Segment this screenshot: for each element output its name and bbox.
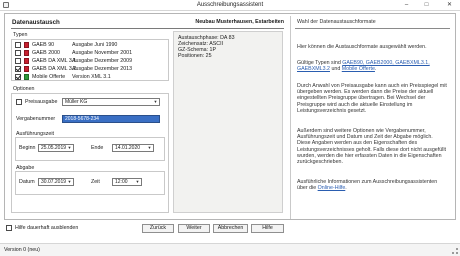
type-checkbox[interactable] (15, 42, 21, 48)
cancel-button[interactable]: Abbrechen (213, 224, 248, 233)
next-button[interactable]: Weiter (178, 224, 210, 233)
gaeb-file-icon (24, 66, 29, 72)
type-name: GAEB 90 (32, 42, 55, 48)
wizard-panel: Datenaustausch Neubau Musterhausen, Esta… (4, 13, 456, 220)
help-paragraph: Außerdem sind weitere Optionen wie Verga… (297, 128, 446, 166)
type-row-gaeb-xml32[interactable]: GAEB DA XML 3.2 Ausgabe Dezember 2013 (15, 66, 165, 73)
minimize-button[interactable]: – (402, 1, 411, 9)
time-label: Zeit (91, 179, 100, 185)
calendar-dropdown-icon[interactable]: ▼ (146, 145, 153, 151)
spinner-icon[interactable]: ▼ (134, 179, 141, 185)
type-row-gaeb-xml31[interactable]: GAEB DA XML 3.1 Ausgabe Dezember 2009 (15, 58, 165, 65)
calendar-dropdown-icon[interactable]: ▼ (66, 179, 73, 185)
begin-date-input[interactable]: 25.05.2019 ▼ (38, 144, 74, 152)
help-button[interactable]: Hilfe (251, 224, 284, 233)
help-paragraph: Gültige Typen sind GAEB90, GAEB2000, GAE… (297, 60, 430, 73)
submission-group: Datum 30.07.2019 ▼ Zeit 12:00 ▼ (15, 171, 165, 195)
help-paragraph: Hier können die Austauschformate ausgewä… (297, 44, 427, 50)
gaeb-file-icon (24, 42, 29, 48)
submission-date-value: 30.07.2019 (41, 179, 67, 185)
help-paragraph: Durch Anwahl von Preisausgabe kann auch … (297, 83, 447, 114)
close-button[interactable]: ✕ (445, 1, 454, 9)
end-date-input[interactable]: 14.01.2020 ▼ (112, 144, 154, 152)
gaeb-file-icon (24, 50, 29, 56)
project-name: Neubau Musterhausen, Estarbeiten (195, 19, 284, 25)
resize-grip-icon[interactable] (452, 248, 458, 254)
date-label: Datum (19, 179, 35, 185)
options-group-label: Optionen (12, 86, 36, 92)
chevron-down-icon[interactable]: ▼ (152, 99, 159, 105)
type-version: Ausgabe Dezember 2009 (72, 58, 133, 64)
type-checkbox[interactable] (15, 58, 21, 64)
title-divider (11, 28, 284, 29)
award-number-input[interactable]: 2018-5678-234 (62, 115, 160, 123)
period-group: Beginn 25.05.2019 ▼ Ende 14.01.2020 ▼ (15, 137, 165, 161)
title-bar: Ausschreibungsassistent – □ ✕ (0, 0, 460, 11)
window-title: Ausschreibungsassistent (196, 2, 264, 8)
type-version: Ausgabe Juni 1990 (72, 42, 118, 48)
hide-help-checkbox[interactable] (6, 225, 12, 231)
price-output-label: Preisausgabe (25, 99, 58, 105)
price-group-select[interactable]: Müller KG ▼ (62, 98, 160, 106)
type-name: GAEB DA XML 3.2 (32, 66, 77, 72)
exchange-settings-pane: Datenaustausch Neubau Musterhausen, Esta… (7, 16, 287, 219)
page-title: Datenaustausch (12, 19, 60, 26)
submission-date-input[interactable]: 30.07.2019 ▼ (38, 178, 74, 186)
price-output-checkbox[interactable] (16, 99, 22, 105)
version-status: Version 0 (neu) (4, 247, 40, 253)
price-group-value: Müller KG (65, 99, 88, 105)
options-group: Preisausgabe Müller KG ▼ Vergabenummer 2… (11, 93, 169, 213)
begin-date-value: 25.05.2019 (41, 145, 67, 151)
type-name: GAEB DA XML 3.1 (32, 58, 77, 64)
submission-time-input[interactable]: 12:00 ▼ (112, 178, 142, 186)
award-number-label: Vergabenummer (16, 116, 56, 122)
help-header: Wahl der Datenaustauschformate (297, 19, 376, 25)
help-pane: Wahl der Datenaustauschformate Hier könn… (290, 16, 454, 219)
types-group-label: Typen (12, 32, 29, 38)
type-version: Ausgabe November 2001 (72, 50, 133, 56)
type-name: Mobile Offerte (32, 74, 66, 80)
help-divider (295, 28, 450, 29)
types-group: GAEB 90 Ausgabe Juni 1990 GAEB 2000 Ausg… (11, 39, 169, 81)
mobile-offer-link[interactable]: Mobile Offerte (342, 66, 375, 72)
calendar-dropdown-icon[interactable]: ▼ (66, 145, 73, 151)
back-button[interactable]: Zurück (142, 224, 174, 233)
status-bar: Version 0 (neu) (0, 243, 460, 256)
submission-time-value: 12:00 (115, 179, 128, 185)
type-checkbox[interactable] (15, 74, 21, 80)
exchange-info-box: Austauschphase: DA 83 Zeichensatz: ASCII… (173, 31, 283, 213)
type-row-gaeb90[interactable]: GAEB 90 Ausgabe Juni 1990 (15, 42, 165, 49)
type-name: GAEB 2000 (32, 50, 60, 56)
maximize-button[interactable]: □ (422, 1, 431, 9)
type-checkbox[interactable] (15, 66, 21, 72)
type-version: Ausgabe Dezember 2013 (72, 66, 133, 72)
gaeb-file-icon (24, 58, 29, 64)
type-row-mobile-offerte[interactable]: Mobile Offerte Version XML 3.1 (15, 74, 165, 81)
type-row-gaeb2000[interactable]: GAEB 2000 Ausgabe November 2001 (15, 50, 165, 57)
mobile-offer-icon (24, 74, 29, 80)
position-count: Positionen: 25 (178, 53, 212, 59)
award-number-value: 2018-5678-234 (65, 116, 99, 122)
help-paragraph: Ausführliche Informationen zum Ausschrei… (297, 179, 438, 192)
hide-help-label: Hilfe dauerhaft ausblenden (15, 225, 79, 231)
end-label: Ende (91, 145, 104, 151)
type-checkbox[interactable] (15, 50, 21, 56)
type-version: Version XML 3.1 (72, 74, 111, 80)
end-date-value: 14.01.2020 (115, 145, 141, 151)
online-help-link[interactable]: Online-Hilfe (318, 185, 346, 191)
begin-label: Beginn (19, 145, 36, 151)
